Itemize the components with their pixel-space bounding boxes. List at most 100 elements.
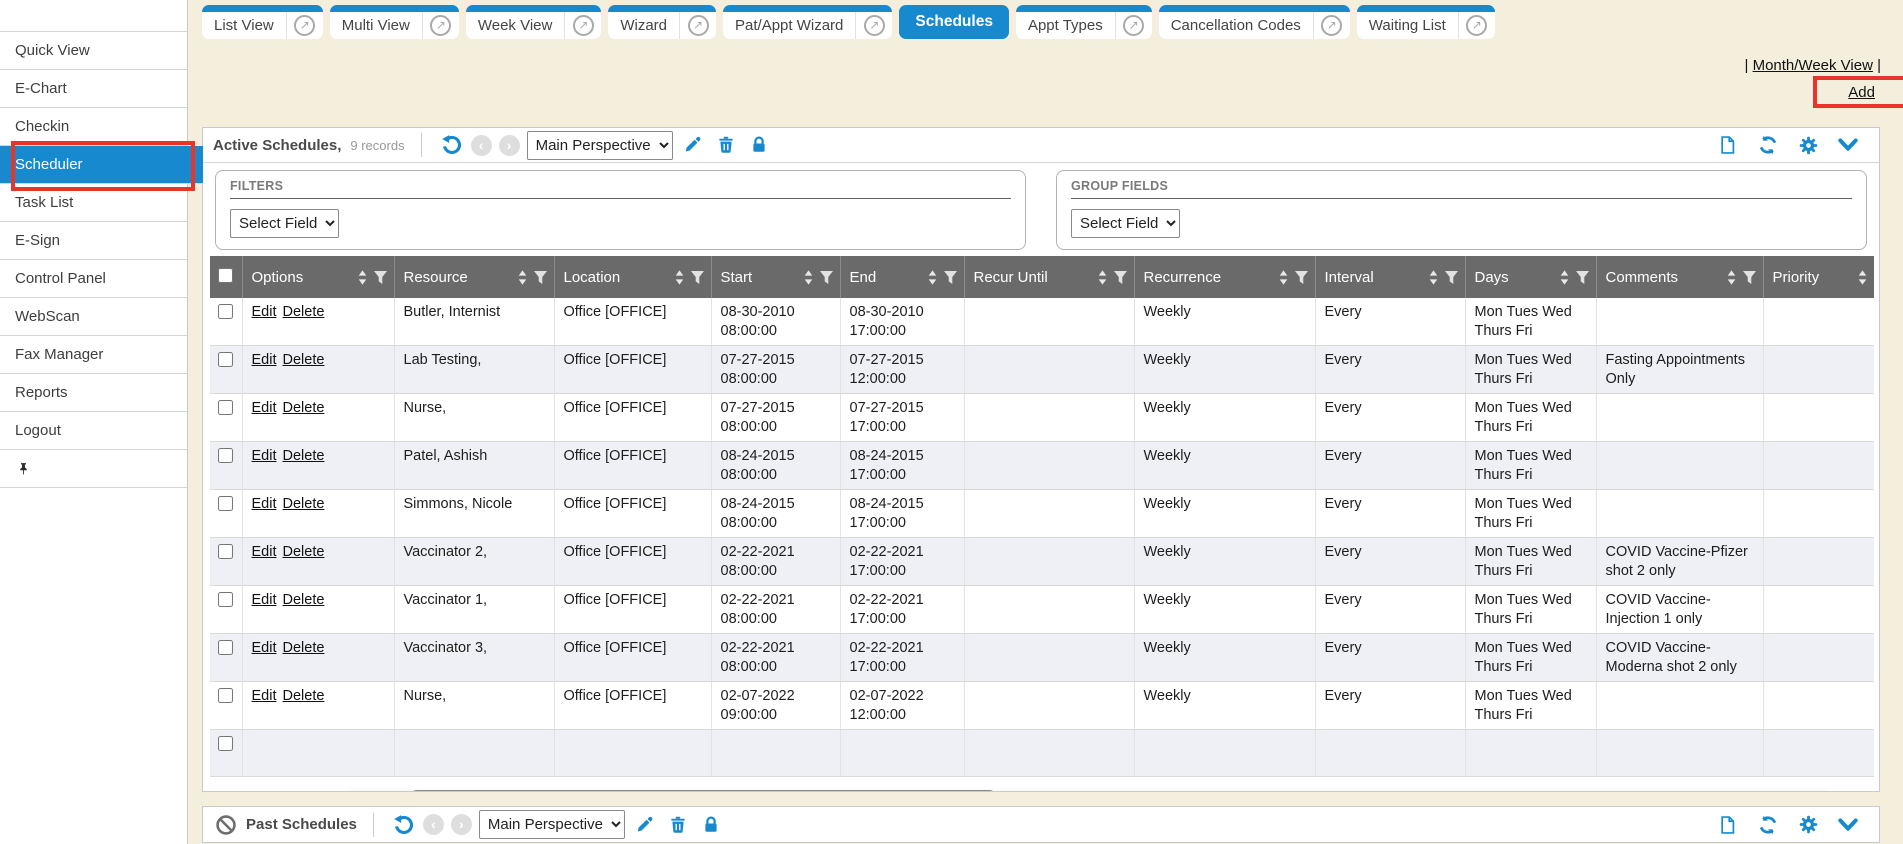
filter-icon[interactable] (1742, 270, 1757, 285)
open-new-window-icon[interactable]: ↗ (856, 15, 892, 36)
open-new-window-icon[interactable]: ↗ (287, 15, 323, 36)
filter-icon[interactable] (690, 270, 705, 285)
row-checkbox[interactable] (218, 496, 233, 511)
next-page-icon[interactable]: › (451, 814, 472, 835)
open-new-window-icon[interactable]: ↗ (423, 15, 459, 36)
edit-link[interactable]: Edit (252, 640, 277, 656)
column-header-days[interactable]: Days (1465, 256, 1596, 298)
sort-icon[interactable] (1726, 269, 1737, 286)
open-new-window-icon[interactable]: ↗ (1116, 15, 1152, 36)
column-header-comments[interactable]: Comments (1596, 256, 1763, 298)
prev-page-icon[interactable]: ‹ (471, 135, 492, 156)
edit-link[interactable]: Edit (252, 400, 277, 416)
open-new-window-icon[interactable]: ↗ (1459, 15, 1495, 36)
delete-perspective-icon[interactable] (713, 133, 739, 157)
column-header-interval[interactable]: Interval (1315, 256, 1465, 298)
filter-icon[interactable] (1294, 270, 1309, 285)
collapse-chevron-icon[interactable] (1835, 813, 1861, 837)
sidebar-item-checkin[interactable]: Checkin (0, 108, 187, 146)
tab-week-view[interactable]: Week View↗ (466, 5, 601, 39)
select-all-checkbox[interactable] (218, 268, 233, 283)
tab-schedules[interactable]: Schedules (899, 5, 1009, 39)
edit-link[interactable]: Edit (252, 352, 277, 368)
delete-link[interactable]: Delete (283, 448, 325, 464)
scrollbar-track[interactable] (346, 788, 1828, 793)
next-page-icon[interactable]: › (499, 135, 520, 156)
row-checkbox[interactable] (218, 544, 233, 559)
sort-icon[interactable] (357, 269, 368, 286)
edit-link[interactable]: Edit (252, 304, 277, 320)
row-checkbox[interactable] (218, 736, 233, 751)
tab-pat-appt-wizard[interactable]: Pat/Appt Wizard↗ (723, 5, 892, 39)
delete-link[interactable]: Delete (283, 304, 325, 320)
undo-icon[interactable] (438, 133, 464, 157)
lock-icon[interactable] (698, 813, 724, 837)
sort-icon[interactable] (1428, 269, 1439, 286)
sidebar-item-logout[interactable]: Logout (0, 412, 187, 450)
scroll-right-icon[interactable]: ► (1836, 790, 1849, 793)
delete-link[interactable]: Delete (283, 400, 325, 416)
filters-field-select[interactable]: Select Field (230, 209, 339, 238)
delete-link[interactable]: Delete (283, 496, 325, 512)
column-header-resource[interactable]: Resource (394, 256, 554, 298)
open-new-window-icon[interactable]: ↗ (565, 15, 601, 36)
sidebar-pin-row[interactable] (0, 450, 187, 488)
pin-icon[interactable] (16, 458, 31, 480)
delete-link[interactable]: Delete (283, 352, 325, 368)
column-header-recur-until[interactable]: Recur Until (964, 256, 1134, 298)
delete-link[interactable]: Delete (283, 544, 325, 560)
filter-icon[interactable] (943, 270, 958, 285)
sidebar-item-e-chart[interactable]: E-Chart (0, 70, 187, 108)
sort-icon[interactable] (927, 269, 938, 286)
delete-link[interactable]: Delete (283, 688, 325, 704)
add-link[interactable]: Add (1848, 84, 1875, 101)
tab-list-view[interactable]: List View↗ (202, 5, 323, 39)
edit-link[interactable]: Edit (252, 496, 277, 512)
row-checkbox[interactable] (218, 640, 233, 655)
sort-icon[interactable] (517, 269, 528, 286)
tab-multi-view[interactable]: Multi View↗ (330, 5, 459, 39)
sort-icon[interactable] (1278, 269, 1289, 286)
sidebar-item-e-sign[interactable]: E-Sign (0, 222, 187, 260)
open-new-window-icon[interactable]: ↗ (1314, 15, 1350, 36)
sidebar-item-task-list[interactable]: Task List (0, 184, 187, 222)
column-header-options[interactable]: Options (242, 256, 394, 298)
tab-waiting-list[interactable]: Waiting List↗ (1357, 5, 1495, 39)
collapse-chevron-icon[interactable] (1835, 133, 1861, 157)
sidebar-item-reports[interactable]: Reports (0, 374, 187, 412)
edit-link[interactable]: Edit (252, 592, 277, 608)
perspective-select[interactable]: Main Perspective (479, 810, 625, 839)
sidebar-item-fax-manager[interactable]: Fax Manager (0, 336, 187, 374)
refresh-icon[interactable] (1755, 813, 1781, 837)
month-week-view-link[interactable]: Month/Week View (1753, 57, 1873, 74)
edit-perspective-icon[interactable] (680, 133, 706, 157)
scrollbar-thumb[interactable] (410, 790, 996, 793)
tab-wizard[interactable]: Wizard↗ (608, 5, 716, 39)
gear-icon[interactable] (1795, 133, 1821, 157)
filter-icon[interactable] (819, 270, 834, 285)
sidebar-item-webscan[interactable]: WebScan (0, 298, 187, 336)
column-header-start[interactable]: Start (711, 256, 840, 298)
perspective-select[interactable]: Main Perspective (527, 131, 673, 160)
filter-icon[interactable] (1575, 270, 1590, 285)
open-new-window-icon[interactable]: ↗ (680, 15, 716, 36)
lock-icon[interactable] (746, 133, 772, 157)
sidebar-item-control-panel[interactable]: Control Panel (0, 260, 187, 298)
column-header-location[interactable]: Location (554, 256, 711, 298)
edit-link[interactable]: Edit (252, 688, 277, 704)
row-checkbox[interactable] (218, 688, 233, 703)
undo-icon[interactable] (390, 813, 416, 837)
filter-icon[interactable] (533, 270, 548, 285)
edit-link[interactable]: Edit (252, 544, 277, 560)
filter-icon[interactable] (1873, 270, 1875, 285)
group-field-select[interactable]: Select Field (1071, 209, 1180, 238)
row-checkbox[interactable] (218, 592, 233, 607)
row-checkbox[interactable] (218, 448, 233, 463)
row-checkbox[interactable] (218, 400, 233, 415)
row-checkbox[interactable] (218, 304, 233, 319)
delete-link[interactable]: Delete (283, 592, 325, 608)
new-document-icon[interactable] (1715, 813, 1741, 837)
edit-perspective-icon[interactable] (632, 813, 658, 837)
gear-icon[interactable] (1795, 813, 1821, 837)
delete-link[interactable]: Delete (283, 640, 325, 656)
